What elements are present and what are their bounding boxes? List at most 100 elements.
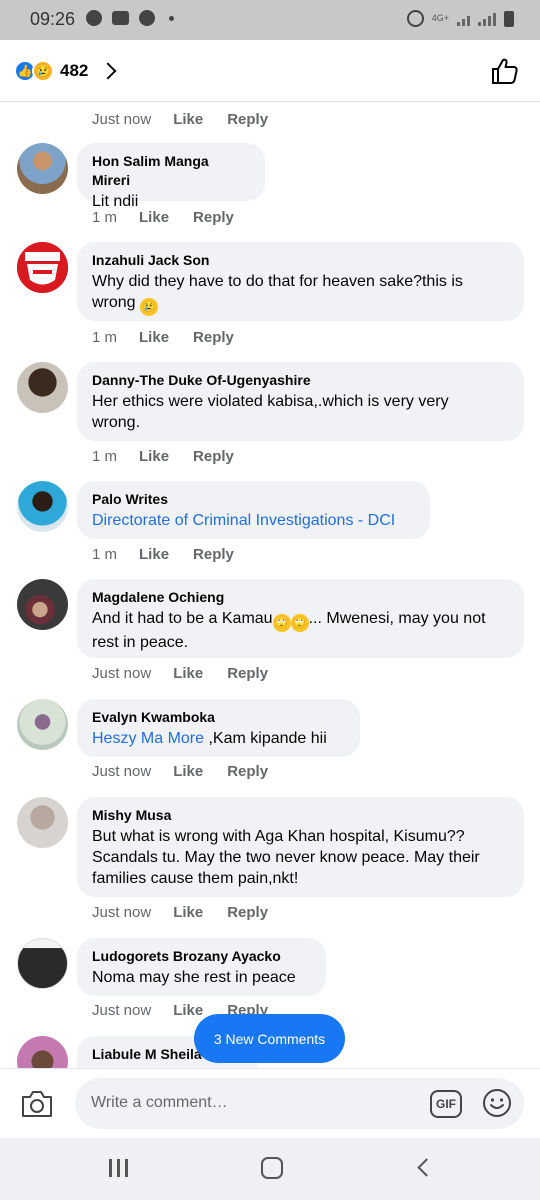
comment-actions: Just now Like Reply <box>92 763 292 780</box>
comment-author[interactable]: Danny-The Duke Of-Ugenyashire <box>92 371 509 390</box>
comment-actions: 1 m Like Reply <box>92 448 258 465</box>
camera-icon[interactable] <box>20 1089 54 1119</box>
comment-text-segment: ,Kam kipande hii <box>204 730 327 747</box>
comment-bubble[interactable]: Hon Salim Manga Mireri Lit ndii <box>77 143 265 210</box>
like-button[interactable]: Like <box>139 448 169 465</box>
system-nav-bar <box>0 1138 540 1200</box>
reply-button[interactable]: Reply <box>193 329 234 346</box>
gif-button[interactable]: GIF <box>430 1090 462 1118</box>
tagged-person-link[interactable]: Heszy Ma More <box>92 730 204 747</box>
emoji-icon[interactable] <box>482 1088 512 1118</box>
comment-text: Noma may she rest in peace <box>92 969 296 986</box>
comment-author[interactable]: Mishy Musa <box>92 806 509 825</box>
like-button[interactable]: Like <box>139 209 169 226</box>
avatar[interactable] <box>17 362 68 413</box>
reply-button[interactable]: Reply <box>227 665 268 682</box>
status-bar: 09:26 4G+ <box>0 0 540 40</box>
avatar[interactable] <box>17 481 68 532</box>
comment-actions: Just now Like Reply <box>92 111 292 128</box>
signal-icon-2 <box>478 12 496 26</box>
comment-bubble[interactable]: Evalyn Kwamboka Heszy Ma More ,Kam kipan… <box>77 699 360 757</box>
tagged-page-link[interactable]: Directorate of Criminal Investigations -… <box>92 510 415 531</box>
comment-bubble[interactable]: Inzahuli Jack Son Why did they have to d… <box>77 242 524 321</box>
eye-roll-emoji-icon: 🙄 <box>272 614 291 632</box>
comment-text-line: wrong <box>92 294 136 311</box>
reply-button[interactable]: Reply <box>227 904 268 921</box>
avatar[interactable] <box>17 143 68 194</box>
comment-actions: Just now Like Reply <box>92 904 292 921</box>
comment-text-line: Why did they have to do that for heaven … <box>92 273 463 290</box>
like-thumb-icon[interactable] <box>490 56 520 86</box>
comment-bubble[interactable]: Mishy Musa But what is wrong with Aga Kh… <box>77 797 524 897</box>
crying-emoji-icon: 😢 <box>140 298 159 316</box>
like-button[interactable]: Like <box>173 111 203 128</box>
reply-button[interactable]: Reply <box>193 448 234 465</box>
facebook-notification-icon-2 <box>139 10 155 26</box>
comment-author[interactable]: Magdalene Ochieng <box>92 588 509 607</box>
comment-text-line: Her ethics were violated kabisa,.which i… <box>92 393 449 410</box>
avatar[interactable] <box>17 579 68 630</box>
reactions-header: 👍 😢 482 <box>0 40 540 102</box>
comment-text-segment: And it had to be a Kamau <box>92 610 273 627</box>
battery-icon <box>504 10 514 27</box>
reactions-summary[interactable]: 👍 😢 482 <box>14 60 117 82</box>
comment-actions: 1 m Like Reply <box>92 546 258 563</box>
avatar[interactable] <box>17 1036 68 1068</box>
comment-author[interactable]: Ludogorets Brozany Ayacko <box>92 947 311 966</box>
like-button[interactable]: Like <box>173 665 203 682</box>
comment-author[interactable]: Evalyn Kwamboka <box>92 708 345 727</box>
reply-button[interactable]: Reply <box>193 209 234 226</box>
new-comments-button[interactable]: 3 New Comments <box>194 1014 345 1063</box>
reply-button[interactable]: Reply <box>193 546 234 563</box>
home-icon[interactable] <box>261 1157 283 1179</box>
comment-time: 1 m <box>92 209 118 226</box>
back-icon[interactable] <box>417 1158 436 1177</box>
arsenal-crest-icon <box>17 242 68 293</box>
notification-icons <box>86 10 174 26</box>
comment-bubble[interactable]: Magdalene Ochieng And it had to be a Kam… <box>77 579 524 658</box>
comment-text-line: rest in peace. <box>92 634 189 651</box>
comment-author[interactable]: Hon Salim Manga Mireri <box>92 152 250 190</box>
status-time: 09:26 <box>30 9 76 29</box>
comment-text: But what is wrong with Aga Khan hospital… <box>92 826 509 889</box>
comment-actions: Just now Like Reply <box>92 665 292 682</box>
message-notification-icon <box>112 11 129 25</box>
comment-author[interactable]: Inzahuli Jack Son <box>92 251 509 270</box>
comment-time: Just now <box>92 1002 152 1019</box>
comment-text-segment: ... Mwenesi, may you not <box>308 610 486 627</box>
like-button[interactable]: Like <box>173 1002 203 1019</box>
like-button[interactable]: Like <box>173 763 203 780</box>
recents-icon[interactable] <box>109 1159 128 1177</box>
more-notifications-dot-icon <box>169 15 174 21</box>
avatar[interactable] <box>17 797 68 848</box>
network-type: 4G+ <box>431 13 449 23</box>
avatar[interactable] <box>17 938 68 989</box>
comment-input[interactable]: Write a comment… GIF <box>75 1078 524 1129</box>
comment-bubble[interactable]: Palo Writes Directorate of Criminal Inve… <box>77 481 430 539</box>
comment-text: Heszy Ma More ,Kam kipande hii <box>92 728 345 749</box>
comment-time: 1 m <box>92 448 118 465</box>
comment-text-line: families cause them pain,nkt! <box>92 870 299 887</box>
comment-author[interactable]: Palo Writes <box>92 490 415 509</box>
comment-time: Just now <box>92 111 152 128</box>
like-button[interactable]: Like <box>139 546 169 563</box>
comment-bubble[interactable]: Danny-The Duke Of-Ugenyashire Her ethics… <box>77 362 524 441</box>
like-button[interactable]: Like <box>173 904 203 921</box>
comment-bubble[interactable]: Ludogorets Brozany Ayacko Noma may she r… <box>77 938 326 996</box>
reply-button[interactable]: Reply <box>227 111 268 128</box>
comment-composer: Write a comment… GIF <box>0 1068 540 1138</box>
sad-reaction-icon: 😢 <box>32 60 54 82</box>
avatar[interactable] <box>17 242 68 293</box>
reaction-count: 482 <box>60 61 89 80</box>
reply-button[interactable]: Reply <box>227 763 268 780</box>
comment-text: Why did they have to do that for heaven … <box>92 271 509 316</box>
comment-text: And it had to be a Kamau 🙄 🙄... Mwenesi, m… <box>92 608 509 653</box>
comment-list: Just now Like Reply Hon Salim Manga Mire… <box>0 102 540 1068</box>
avatar[interactable] <box>17 699 68 750</box>
comment-text-line: Scandals tu. May the two never know peac… <box>92 849 480 866</box>
comment-time: Just now <box>92 904 152 921</box>
comment-text: Her ethics were violated kabisa,.which i… <box>92 391 509 433</box>
comment-time: 1 m <box>92 546 118 563</box>
like-button[interactable]: Like <box>139 329 169 346</box>
comment-actions: 1 m Like Reply <box>92 209 258 226</box>
